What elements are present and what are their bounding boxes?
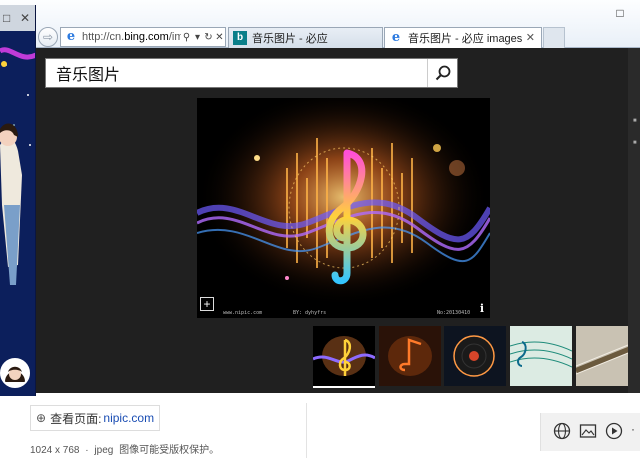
meta-separator: · <box>85 445 89 456</box>
avatar[interactable] <box>0 358 30 388</box>
treble-clef-artwork <box>197 98 490 318</box>
search-input[interactable] <box>46 59 426 87</box>
search-box <box>45 58 458 88</box>
tab-bing[interactable]: b 音乐图片 - 必应 <box>228 27 383 48</box>
expand-icon[interactable]: + <box>200 297 214 311</box>
web-search-icon[interactable] <box>553 422 571 440</box>
slideshow-icon[interactable] <box>605 422 623 440</box>
image-details-panel: ⊕ 查看页面: nipic.com 1024 x 768 · jpeg 图像可能… <box>0 393 640 468</box>
thumb-vinyl-record[interactable] <box>444 326 506 386</box>
forward-button[interactable]: ⇨ <box>38 27 58 47</box>
widget-character-art <box>0 31 35 396</box>
search-button[interactable] <box>427 59 457 87</box>
view-page-label: 查看页面: <box>50 411 102 426</box>
image-icon[interactable] <box>579 422 597 440</box>
refresh-icon[interactable]: ↻ <box>203 32 214 43</box>
tab-label: 音乐图片 - 必应 images <box>408 33 523 45</box>
thumb-sheet-music[interactable] <box>510 326 572 386</box>
browser-chrome: □ ⇨ e http://cn.bing.com/ima ⚲ ▾ ↻ ✕ b 音… <box>0 0 640 48</box>
minimize-icon[interactable]: □ <box>612 6 628 20</box>
stop-icon[interactable]: ✕ <box>214 32 225 43</box>
page-content: + www.nipic.com BY: dyhyfrs No:20130410 … <box>0 48 640 468</box>
watermark-mid: BY: dyhyfrs <box>293 310 327 316</box>
divider <box>306 403 307 458</box>
thumb-treble-clef[interactable] <box>313 326 375 388</box>
more-icon[interactable]: · <box>631 422 635 436</box>
search-icon[interactable]: ⚲ <box>181 32 192 43</box>
search-icon <box>435 65 451 81</box>
image-dimensions: 1024 x 768 <box>30 445 80 456</box>
address-url[interactable]: http://cn.bing.com/ima <box>82 31 181 43</box>
globe-icon: ⊕ <box>36 411 47 425</box>
close-icon[interactable]: ✕ <box>526 31 535 44</box>
ie-icon: e <box>66 29 76 44</box>
floating-widget: □ ✕ <box>0 5 36 396</box>
view-page-button[interactable]: ⊕ 查看页面: nipic.com <box>30 405 160 431</box>
tab-bing-images[interactable]: e 音乐图片 - 必应 images ✕ <box>384 27 542 48</box>
dropdown-icon[interactable]: ▾ <box>192 32 203 43</box>
tab-label: 音乐图片 - 必应 <box>252 33 328 45</box>
copyright-note: 图像可能受版权保护。 <box>119 445 220 456</box>
info-icon[interactable]: i <box>480 302 484 315</box>
image-tools: · <box>540 413 640 451</box>
image-meta: 1024 x 768 · jpeg 图像可能受版权保护。 <box>30 441 222 456</box>
edge-marker: ■ <box>633 140 637 146</box>
ie-icon: e <box>391 30 401 45</box>
new-tab-button[interactable] <box>543 27 565 48</box>
edge-marker: ■ <box>633 118 637 124</box>
image-format: jpeg <box>94 445 114 456</box>
watermark-left: www.nipic.com <box>223 310 263 316</box>
bing-icon: b <box>233 31 247 45</box>
watermark-right: No:20130410 <box>437 310 471 316</box>
address-bar[interactable]: e http://cn.bing.com/ima ⚲ ▾ ↻ ✕ <box>60 27 226 47</box>
thumb-music-note[interactable] <box>379 326 441 386</box>
source-domain-link[interactable]: nipic.com <box>103 411 154 425</box>
side-panel-edge <box>628 48 640 393</box>
main-image[interactable]: + www.nipic.com BY: dyhyfrs No:20130410 … <box>197 98 490 318</box>
